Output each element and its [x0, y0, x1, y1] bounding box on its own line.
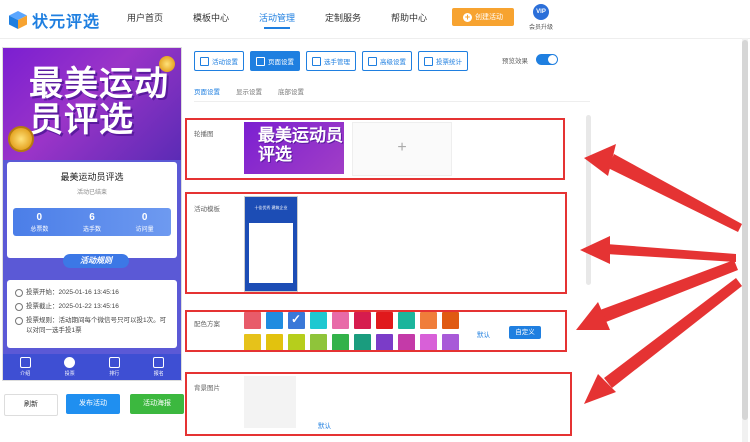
info-row: 投票截止：2025-01-22 13:45:16 — [15, 302, 171, 312]
document-icon — [19, 357, 31, 368]
phone-preview: 最美运动员评选 最美运动员评选 活动已结束 0 总票数 6 选手数 0 访问量 … — [2, 47, 182, 381]
annotation-box — [185, 372, 572, 436]
nav-templates[interactable]: 模板中心 — [178, 12, 244, 36]
preview-toggle[interactable] — [536, 54, 558, 65]
banner-image: 最美运动员评选 — [3, 48, 181, 160]
button-label: 页面设置 — [268, 59, 294, 66]
sub-tabs: 页面设置 显示设置 底部设置 — [194, 86, 304, 102]
vote-stats-button[interactable]: 投票统计 — [418, 51, 468, 71]
button-label: 高级设置 — [380, 59, 406, 66]
info-row: 投票开始：2025-01-16 13:45:16 — [15, 288, 171, 298]
tab-page-settings[interactable]: 页面设置 — [194, 86, 220, 102]
preview-label: 预览效果 — [502, 57, 528, 65]
tab-footer-settings[interactable]: 底部设置 — [278, 86, 304, 102]
info-text: 投票规则：活动期间每个微信号只可以投1次。可以对同一选手投1票 — [26, 317, 167, 334]
annotation-box — [185, 118, 565, 180]
clock-icon — [15, 289, 23, 297]
arrow-icon — [580, 236, 736, 264]
bar-chart-icon — [424, 56, 433, 66]
publish-button[interactable]: 发布活动 — [66, 394, 120, 414]
arrow-icon — [576, 260, 738, 330]
panel-scrollbar[interactable] — [586, 115, 591, 285]
top-bar: 状元评选 用户首页 模板中心 活动管理 定制服务 帮助中心 + 创建活动 VIP… — [0, 0, 750, 38]
rules-button[interactable]: 活动规则 — [63, 254, 129, 268]
user-icon — [153, 357, 165, 368]
stat-value: 0 — [36, 212, 43, 223]
advanced-settings-button[interactable]: 高级设置 — [362, 51, 412, 71]
stat-label: 总票数 — [30, 227, 49, 233]
activity-card: 最美运动员评选 活动已结束 0 总票数 6 选手数 0 访问量 — [7, 162, 177, 258]
annotation-box — [185, 192, 567, 294]
refresh-button[interactable]: 刷新 — [4, 394, 58, 416]
clock-icon — [15, 303, 23, 311]
info-text: 投票开始：2025-01-16 13:45:16 — [26, 289, 119, 296]
stat-contestants: 6 选手数 — [66, 208, 119, 236]
activity-title: 最美运动员评选 — [60, 172, 124, 182]
tab-ranking[interactable]: 排行 — [92, 354, 137, 380]
tab-label: 介绍 — [20, 371, 31, 377]
page-settings-button[interactable]: 页面设置 — [250, 51, 300, 71]
cube-logo-icon — [9, 11, 27, 29]
activity-settings-button[interactable]: 活动设置 — [194, 51, 244, 71]
plus-icon: + — [463, 11, 472, 22]
ranking-icon — [108, 357, 120, 368]
vip-upgrade[interactable]: VIP 会员升级 — [526, 4, 556, 31]
nav-activity-management[interactable]: 活动管理 — [244, 12, 310, 36]
poster-button[interactable]: 活动海报 — [130, 394, 184, 414]
info-text: 投票截止：2025-01-22 13:45:16 — [26, 303, 119, 310]
brand-logo[interactable]: 状元评选 — [8, 8, 100, 32]
banner-title: 最美运动员评选 — [29, 65, 169, 139]
stat-value: 6 — [89, 212, 95, 223]
users-icon — [312, 56, 321, 66]
nav-home[interactable]: 用户首页 — [112, 12, 178, 36]
sliders-icon — [368, 56, 377, 66]
stat-total-votes: 0 总票数 — [13, 208, 66, 236]
tab-vote[interactable]: 投票 — [48, 354, 93, 380]
arrow-icon — [584, 144, 742, 232]
stat-label: 访问量 — [135, 227, 154, 233]
preview-toggle-row: 预览效果 — [502, 54, 558, 65]
vip-label: 会员升级 — [528, 25, 553, 31]
tab-label: 投票 — [64, 371, 75, 377]
button-label: 活动设置 — [212, 59, 238, 66]
gear-icon — [200, 56, 209, 66]
vote-icon — [64, 357, 76, 368]
vote-info: 投票开始：2025-01-16 13:45:16 投票截止：2025-01-22… — [7, 280, 177, 348]
create-activity-button[interactable]: + 创建活动 — [452, 8, 514, 26]
header-divider — [0, 38, 750, 39]
clock-icon — [15, 317, 23, 325]
tab-label: 报名 — [153, 371, 164, 377]
subtab-divider — [194, 101, 590, 102]
page-scrollbar[interactable] — [742, 40, 748, 420]
tab-intro[interactable]: 介绍 — [3, 354, 48, 380]
nav-help[interactable]: 帮助中心 — [376, 12, 442, 36]
stat-visits: 0 访问量 — [118, 208, 171, 236]
annotation-box — [185, 310, 567, 352]
activity-status: 活动已结束 — [76, 190, 107, 196]
button-label: 投票统计 — [436, 59, 462, 66]
tab-display-settings[interactable]: 显示设置 — [236, 86, 262, 102]
stat-label: 选手数 — [83, 227, 102, 233]
medal-icon — [159, 56, 175, 72]
page-icon — [256, 56, 265, 66]
stats-bar: 0 总票数 6 选手数 0 访问量 — [13, 208, 171, 236]
button-label: 选手管理 — [324, 59, 350, 66]
vip-icon: VIP — [533, 4, 549, 20]
main-nav: 用户首页 模板中心 活动管理 定制服务 帮助中心 — [112, 12, 442, 36]
brand-name: 状元评选 — [32, 14, 101, 31]
contestant-management-button[interactable]: 选手管理 — [306, 51, 356, 71]
info-row: 投票规则：活动期间每个微信号只可以投1次。可以对同一选手投1票 — [15, 316, 171, 336]
nav-custom-service[interactable]: 定制服务 — [310, 12, 376, 36]
phone-tabbar: 介绍 投票 排行 报名 — [3, 354, 181, 380]
create-activity-label: 创建活动 — [475, 14, 503, 21]
arrow-icon — [584, 278, 742, 404]
stat-value: 0 — [141, 212, 148, 223]
settings-toolbar: 活动设置 页面设置 选手管理 高级设置 投票统计 — [194, 51, 468, 71]
tab-signup[interactable]: 报名 — [137, 354, 182, 380]
medal-icon — [8, 126, 34, 152]
tab-label: 排行 — [109, 371, 120, 377]
